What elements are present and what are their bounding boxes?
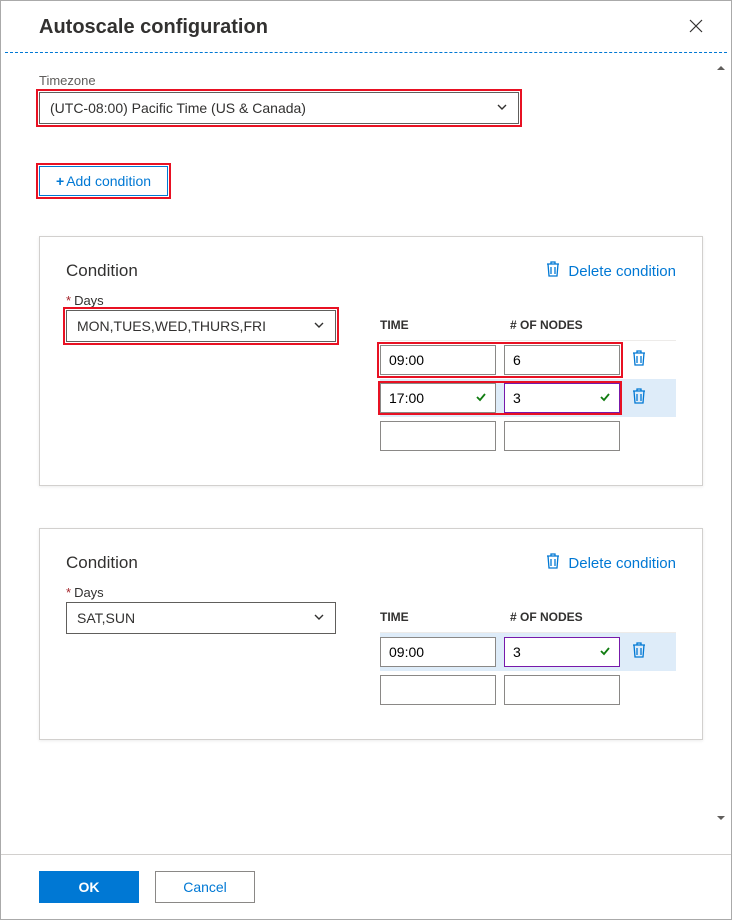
- ok-button[interactable]: OK: [39, 871, 139, 903]
- days-select[interactable]: SAT,SUN: [66, 602, 336, 634]
- nodes-input[interactable]: 3: [504, 637, 620, 667]
- time-input[interactable]: 09:00: [380, 345, 496, 375]
- delete-condition-label: Delete condition: [568, 555, 676, 572]
- timezone-value: (UTC-08:00) Pacific Time (US & Canada): [50, 100, 306, 116]
- days-label: *Days: [66, 293, 676, 308]
- col-time-header: TIME: [380, 610, 510, 624]
- days-select[interactable]: MON,TUES,WED,THURS,FRI: [66, 310, 336, 342]
- condition-title: Condition: [66, 553, 138, 573]
- table-row: 09:00 3: [380, 633, 676, 671]
- days-value: SAT,SUN: [77, 610, 135, 626]
- col-time-header: TIME: [380, 318, 510, 332]
- dialog-header: Autoscale configuration: [1, 1, 731, 52]
- timezone-select[interactable]: (UTC-08:00) Pacific Time (US & Canada): [39, 92, 519, 124]
- delete-condition-button[interactable]: Delete condition: [546, 261, 676, 281]
- time-input[interactable]: 09:00: [380, 637, 496, 667]
- col-nodes-header: # OF NODES: [510, 318, 640, 332]
- scroll-up-icon[interactable]: [717, 59, 725, 67]
- delete-row-button[interactable]: [628, 388, 650, 409]
- col-nodes-header: # OF NODES: [510, 610, 640, 624]
- time-input[interactable]: [380, 421, 496, 451]
- time-input[interactable]: [380, 675, 496, 705]
- chevron-down-icon: [313, 611, 325, 626]
- schedule-table: TIME # OF NODES 09:00 6: [380, 310, 676, 455]
- dialog-body: Timezone (UTC-08:00) Pacific Time (US & …: [1, 53, 731, 823]
- check-icon: [599, 645, 611, 660]
- trash-icon: [546, 261, 560, 281]
- nodes-input[interactable]: [504, 675, 620, 705]
- check-icon: [599, 391, 611, 406]
- delete-row-button[interactable]: [628, 350, 650, 371]
- dialog-footer: OK Cancel: [1, 854, 731, 919]
- condition-card: Condition Delete condition *Days MON,TUE…: [39, 236, 703, 486]
- table-row: 17:00 3: [380, 379, 676, 417]
- chevron-down-icon: [496, 101, 508, 116]
- delete-row-button[interactable]: [628, 642, 650, 663]
- plus-icon: +: [56, 173, 64, 189]
- chevron-down-icon: [313, 319, 325, 334]
- nodes-input[interactable]: [504, 421, 620, 451]
- add-condition-button[interactable]: + Add condition: [39, 166, 168, 196]
- table-row: 09:00 6: [380, 341, 676, 379]
- days-label: *Days: [66, 585, 676, 600]
- condition-card: Condition Delete condition *Days SAT,SUN: [39, 528, 703, 740]
- check-icon: [475, 391, 487, 406]
- nodes-input[interactable]: 6: [504, 345, 620, 375]
- table-row-empty: [380, 417, 676, 455]
- add-condition-label: Add condition: [66, 173, 151, 189]
- timezone-label: Timezone: [39, 73, 703, 88]
- schedule-table: TIME # OF NODES 09:00 3: [380, 602, 676, 709]
- close-icon[interactable]: [685, 13, 707, 42]
- time-input[interactable]: 17:00: [380, 383, 496, 413]
- cancel-button[interactable]: Cancel: [155, 871, 255, 903]
- dialog-title: Autoscale configuration: [39, 16, 268, 39]
- table-row-empty: [380, 671, 676, 709]
- delete-condition-label: Delete condition: [568, 263, 676, 280]
- nodes-input[interactable]: 3: [504, 383, 620, 413]
- delete-condition-button[interactable]: Delete condition: [546, 553, 676, 573]
- days-value: MON,TUES,WED,THURS,FRI: [77, 318, 266, 334]
- trash-icon: [546, 553, 560, 573]
- condition-title: Condition: [66, 261, 138, 281]
- scroll-down-icon[interactable]: [717, 809, 725, 817]
